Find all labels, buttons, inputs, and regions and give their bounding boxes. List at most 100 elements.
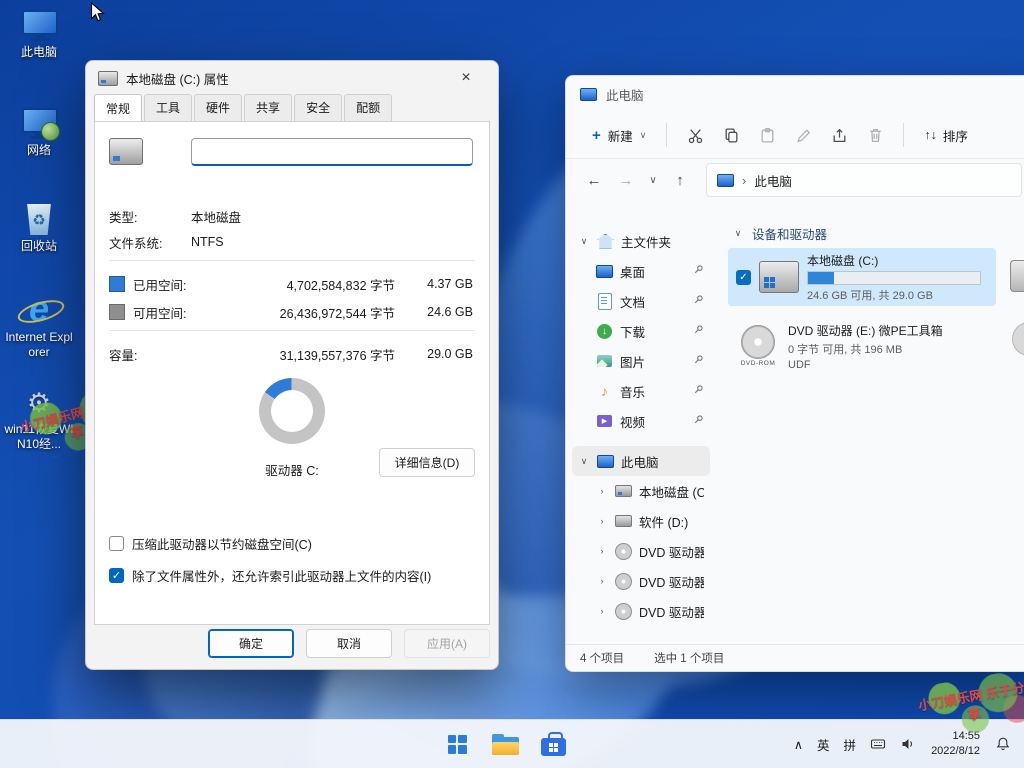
sidebar-item-drive-c[interactable]: › 本地磁盘 (C:) <box>572 476 710 506</box>
used-space-legend <box>109 276 125 292</box>
sidebar-item-dvd-e[interactable]: › DVD 驱动器 (E <box>572 536 710 566</box>
start-button[interactable] <box>437 724 477 764</box>
windows-logo-icon <box>448 735 467 754</box>
close-button[interactable]: × <box>446 61 486 95</box>
breadcrumb-bar[interactable]: › 此电脑 <box>706 163 1022 197</box>
copy-button[interactable] <box>715 119 747 151</box>
sidebar-item-home[interactable]: ∨ 主文件夹 <box>572 226 710 256</box>
volume-label-input[interactable] <box>191 138 473 166</box>
sidebar-item-dvd-g[interactable]: › DVD 驱动器 (G <box>572 596 710 626</box>
sidebar-item-music[interactable]: ♪ 音乐 <box>572 376 710 406</box>
partially-visible-item <box>1010 260 1024 292</box>
dvd-drive-icon <box>615 603 632 620</box>
cancel-button[interactable]: 取消 <box>306 629 392 658</box>
sidebar-item-pictures[interactable]: 图片 <box>572 346 710 376</box>
sidebar-item-drive-d[interactable]: › 软件 (D:) <box>572 506 710 536</box>
sidebar-item-this-pc[interactable]: ∨ 此电脑 <box>572 446 710 476</box>
drive-c-item[interactable]: ✓ 本地磁盘 (C:) 24.6 GB 可用, 共 29.0 GB <box>728 248 996 306</box>
chevron-right-icon: › <box>596 516 608 526</box>
desktop-icon-network[interactable]: 网络 <box>2 108 76 158</box>
recent-locations-chevron[interactable]: ∨ <box>644 166 662 194</box>
free-space-legend <box>109 304 125 320</box>
chevron-right-icon: › <box>596 606 608 616</box>
item-count: 4 个项目 <box>580 650 624 666</box>
ime-mode-indicator[interactable]: 拼 <box>837 735 864 754</box>
share-button[interactable] <box>823 119 855 151</box>
sort-button[interactable]: ↑↓ 排序 <box>916 120 976 151</box>
desktop-icon-recycle-bin[interactable]: ♻ 回收站 <box>2 204 76 254</box>
tray-show-hidden-icons[interactable]: ∧ <box>787 737 810 752</box>
downloads-icon: ↓ <box>596 323 613 340</box>
tab-security[interactable]: 安全 <box>294 94 342 121</box>
divider <box>109 260 475 261</box>
apply-button[interactable]: 应用(A) <box>404 629 490 658</box>
internet-explorer-icon: e <box>19 292 59 326</box>
type-label: 类型: <box>109 207 191 226</box>
desktop-icon-label: 网络 <box>27 143 51 158</box>
selected-count: 选中 1 个项目 <box>654 650 724 666</box>
desktop-icon-internet-explorer[interactable]: e Internet Explorer <box>2 292 76 360</box>
network-icon <box>21 108 57 139</box>
cut-button[interactable] <box>679 119 711 151</box>
capacity-bar-fill <box>808 272 834 284</box>
sidebar-item-documents[interactable]: 文档 <box>572 286 710 316</box>
desktop-icon-this-pc[interactable]: 此电脑 <box>2 10 76 60</box>
desktop-folder-icon <box>596 263 613 280</box>
new-button[interactable]: + 新建 ∨ <box>584 120 654 151</box>
taskbar: ∧ 英 拼 14:55 2022/8/12 <box>0 719 1024 768</box>
chevron-down-icon: ∨ <box>578 236 590 247</box>
forward-button[interactable]: → <box>612 166 640 194</box>
rename-icon <box>795 127 812 144</box>
capacity-label: 容量: <box>109 345 217 364</box>
mouse-cursor <box>90 2 105 28</box>
sidebar-item-downloads[interactable]: ↓ 下载 <box>572 316 710 346</box>
item-checkbox[interactable]: ✓ <box>736 270 751 285</box>
videos-icon: ▶ <box>596 413 613 430</box>
tab-sharing[interactable]: 共享 <box>244 94 292 121</box>
capacity-bar <box>807 271 981 285</box>
dvd-drive-icon <box>615 573 632 590</box>
index-checkbox[interactable]: ✓ <box>109 568 124 583</box>
pin-icon <box>693 324 704 338</box>
documents-icon <box>596 293 613 310</box>
store-icon <box>541 732 566 756</box>
explorer-titlebar[interactable]: 此电脑 <box>566 76 1024 112</box>
ime-language-indicator[interactable]: 英 <box>810 735 837 754</box>
dvd-drive-item[interactable]: DVD-ROM DVD 驱动器 (E:) 微PE工具箱 0 字节 可用, 共 1… <box>728 314 996 378</box>
breadcrumb[interactable]: 此电脑 <box>754 171 792 190</box>
back-button[interactable]: ← <box>580 166 608 194</box>
compress-checkbox[interactable] <box>109 536 124 551</box>
free-space-bytes: 26,436,972,544 字节 <box>243 303 395 322</box>
chevron-right-icon: › <box>596 576 608 586</box>
dialog-titlebar[interactable]: 本地磁盘 (C:) 属性 × <box>86 61 498 95</box>
tab-hardware[interactable]: 硬件 <box>194 94 242 121</box>
this-pc-icon <box>717 172 734 189</box>
divider <box>109 330 475 331</box>
sidebar-item-videos[interactable]: ▶ 视频 <box>572 406 710 436</box>
pin-icon <box>693 384 704 398</box>
delete-button[interactable] <box>859 119 891 151</box>
taskbar-microsoft-store[interactable] <box>533 724 573 764</box>
ok-button[interactable]: 确定 <box>208 629 294 658</box>
tab-tools[interactable]: 工具 <box>144 94 192 121</box>
section-header-devices[interactable]: ∨ 设备和驱动器 <box>732 224 827 243</box>
used-space-bytes: 4,702,584,832 字节 <box>243 275 395 294</box>
notification-bell-icon[interactable] <box>988 736 1018 752</box>
details-button[interactable]: 详细信息(D) <box>379 448 475 477</box>
paste-button[interactable] <box>751 119 783 151</box>
paste-icon <box>759 127 776 144</box>
index-checkbox-label: 除了文件属性外，还允许索引此驱动器上文件的内容(I) <box>132 566 431 585</box>
taskbar-file-explorer[interactable] <box>485 724 525 764</box>
general-tab-page: 类型: 本地磁盘 文件系统: NTFS 已用空间: 4,702,584,832 … <box>94 121 490 625</box>
capacity-bytes: 31,139,557,376 字节 <box>243 345 395 364</box>
disk-icon <box>98 71 118 86</box>
rename-button[interactable] <box>787 119 819 151</box>
sidebar-item-desktop[interactable]: 桌面 <box>572 256 710 286</box>
touch-keyboard-icon[interactable] <box>863 736 893 752</box>
up-button[interactable]: ↑ <box>666 166 694 194</box>
tab-general[interactable]: 常规 <box>94 94 142 122</box>
drive-free-space: 0 字节 可用, 共 196 MB <box>788 341 943 357</box>
sidebar-item-dvd-f[interactable]: › DVD 驱动器 (F <box>572 566 710 596</box>
tab-quota[interactable]: 配额 <box>344 94 392 121</box>
explorer-window: 此电脑 + 新建 ∨ <box>565 75 1024 672</box>
